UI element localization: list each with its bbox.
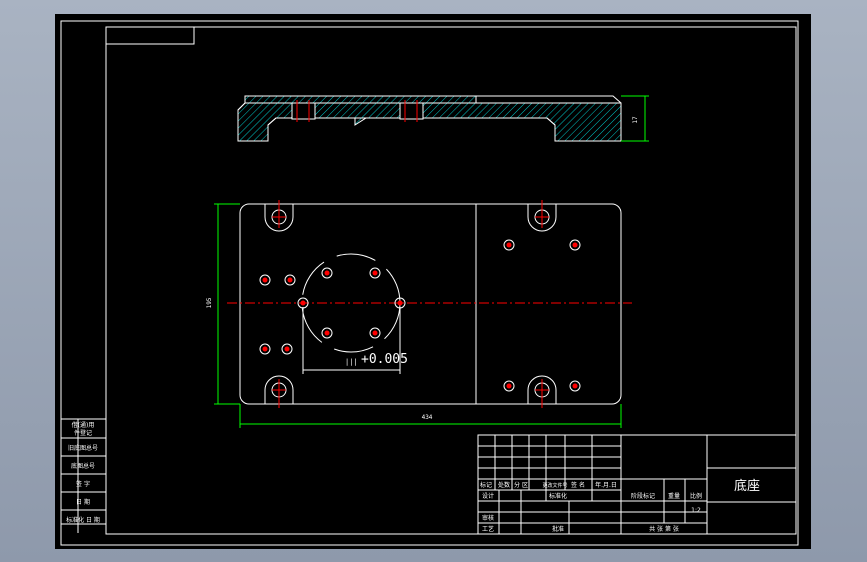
slot-top-right <box>527 200 557 232</box>
side-strip-label-4: 签 字 <box>76 480 90 488</box>
hole <box>321 267 333 279</box>
hole <box>321 327 333 339</box>
side-strip-label-6: 标准化 日 期 <box>66 516 100 524</box>
plan-view: ||| +0.005 434 195 <box>206 200 632 428</box>
cad-drawing: 借(通)用 件登记 旧底图总号 底图总号 签 字 日 期 标准化 日 期 17 <box>60 20 799 546</box>
side-strip-label-5: 日 期 <box>76 498 90 506</box>
hdr-date: 年.月.日 <box>595 481 617 489</box>
side-strip-label-1: 件登记 <box>74 429 92 437</box>
title-block-text: 标记 处数 分 区 更改文件号 签 名 年.月.日 设计 标准化 审核 工艺 批… <box>480 478 760 533</box>
drawing-sheet: 借(通)用 件登记 旧底图总号 底图总号 签 字 日 期 标准化 日 期 17 <box>55 14 811 549</box>
scale-label: 比例 <box>690 492 702 500</box>
tolerance-prefix: ||| <box>345 358 358 366</box>
std-label: 标准化 <box>549 492 567 500</box>
holes <box>259 239 581 392</box>
section-hole-2 <box>399 102 424 120</box>
plate-outline <box>239 203 622 405</box>
section-hole-1 <box>291 102 316 120</box>
top-left-box <box>105 26 195 45</box>
side-strip: 借(通)用 件登记 旧底图总号 底图总号 签 字 日 期 标准化 日 期 <box>61 418 106 533</box>
process-label: 工艺 <box>482 525 494 533</box>
approve-label: 批准 <box>552 525 564 533</box>
hole <box>503 239 515 251</box>
hole <box>281 343 293 355</box>
tolerance-note: +0.005 <box>361 352 408 367</box>
scale-value: 1:2 <box>691 507 701 514</box>
hole <box>369 327 381 339</box>
hdr-count: 处数 <box>498 481 510 489</box>
hdr-mark: 标记 <box>480 481 492 489</box>
hdr-change: 更改文件号 <box>542 482 567 489</box>
side-strip-label-2: 旧底图总号 <box>68 444 98 452</box>
stage-label: 阶段标记 <box>631 492 655 500</box>
hdr-sign: 签 名 <box>571 481 585 489</box>
slot-bottom-left <box>264 375 294 408</box>
hole <box>569 239 581 251</box>
sheets-label: 共 张 第 张 <box>649 525 679 533</box>
dim-width: 434 <box>422 414 433 421</box>
hdr-zone: 分 区 <box>514 481 528 489</box>
hole <box>284 274 296 286</box>
hole <box>369 267 381 279</box>
side-strip-label-3: 底图总号 <box>71 462 95 470</box>
slot-bottom-right <box>527 375 557 408</box>
audit-label: 审核 <box>482 514 494 522</box>
hole <box>503 380 515 392</box>
section-view: 17 <box>237 95 649 142</box>
dim-side: 195 <box>206 297 213 308</box>
hole <box>259 274 271 286</box>
slot-top-left <box>264 200 294 232</box>
hole <box>569 380 581 392</box>
design-label: 设计 <box>482 492 494 500</box>
dim-height: 17 <box>632 116 639 124</box>
weight-label: 重量 <box>668 492 680 500</box>
hole <box>259 343 271 355</box>
side-strip-label-0: 借(通)用 <box>72 421 95 429</box>
part-name: 底座 <box>734 478 760 494</box>
